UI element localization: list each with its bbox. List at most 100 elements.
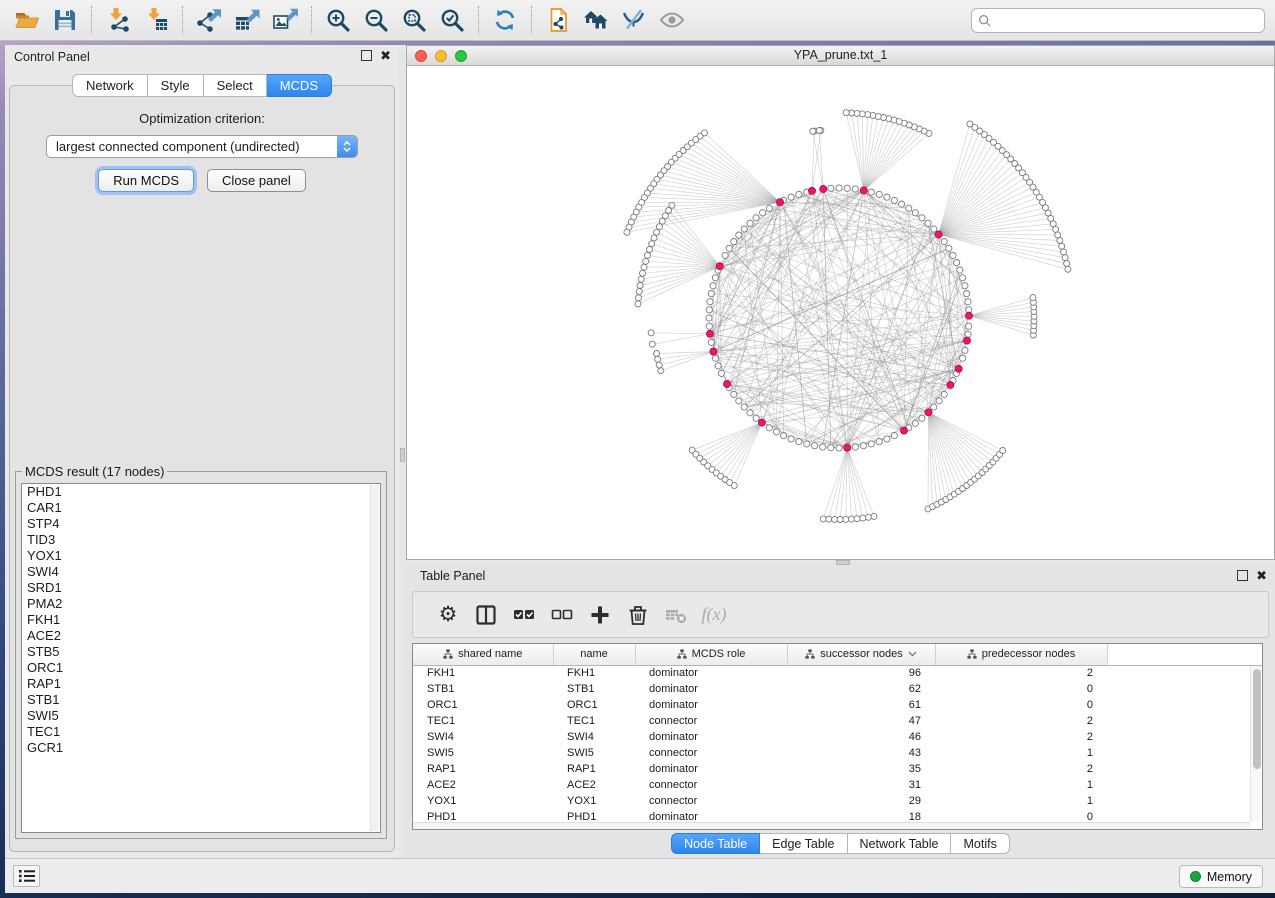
table-cell[interactable]: 2 bbox=[935, 729, 1107, 745]
float-panel-icon[interactable] bbox=[1237, 570, 1248, 581]
tab-network-table[interactable]: Network Table bbox=[848, 833, 952, 854]
zoom-fit-button[interactable] bbox=[395, 3, 433, 37]
table-row[interactable]: ORC1ORC1dominator610 bbox=[413, 697, 1262, 713]
table-row[interactable]: FKH1FKH1dominator962 bbox=[413, 665, 1262, 681]
hide-graphics-details-button[interactable] bbox=[615, 3, 653, 37]
result-list-scrollbar[interactable] bbox=[370, 485, 379, 831]
mcds-result-item[interactable]: CAR1 bbox=[22, 500, 380, 516]
table-hscrollbar[interactable] bbox=[413, 822, 1250, 829]
optimization-criterion-select[interactable]: largest connected component (undirected) bbox=[46, 135, 358, 158]
table-cell[interactable]: dominator bbox=[635, 697, 787, 713]
table-cell[interactable]: 1 bbox=[935, 745, 1107, 761]
table-scrollbar[interactable] bbox=[1250, 666, 1261, 821]
table-cell[interactable]: dominator bbox=[635, 729, 787, 745]
mcds-result-item[interactable]: PHD1 bbox=[22, 484, 380, 500]
search-input[interactable] bbox=[996, 14, 1258, 28]
export-network-button[interactable] bbox=[190, 3, 228, 37]
table-row[interactable]: SWI5SWI5connector431 bbox=[413, 745, 1262, 761]
table-cell[interactable]: FKH1 bbox=[553, 665, 635, 681]
mcds-result-item[interactable]: SRD1 bbox=[22, 580, 380, 596]
table-row[interactable]: SWI4SWI4dominator462 bbox=[413, 729, 1262, 745]
table-cell[interactable]: 96 bbox=[787, 665, 935, 681]
table-cell[interactable]: TEC1 bbox=[413, 713, 553, 729]
mcds-result-item[interactable]: STP4 bbox=[22, 516, 380, 532]
table-cell[interactable]: 35 bbox=[787, 761, 935, 777]
scrollbar-thumb[interactable] bbox=[1253, 669, 1261, 769]
table-row[interactable]: YOX1YOX1connector291 bbox=[413, 793, 1262, 809]
run-mcds-button[interactable]: Run MCDS bbox=[98, 169, 194, 192]
table-cell[interactable]: ACE2 bbox=[413, 777, 553, 793]
mcds-result-item[interactable]: STB5 bbox=[22, 644, 380, 660]
table-cell[interactable]: RAP1 bbox=[553, 761, 635, 777]
table-cell[interactable]: 47 bbox=[787, 713, 935, 729]
table-row[interactable]: STB1STB1dominator620 bbox=[413, 681, 1262, 697]
panel-splitter-vertical[interactable] bbox=[399, 45, 406, 858]
float-panel-icon[interactable] bbox=[361, 50, 372, 61]
table-cell[interactable]: FKH1 bbox=[413, 665, 553, 681]
table-cell[interactable]: YOX1 bbox=[413, 793, 553, 809]
column-header-name[interactable]: name bbox=[553, 644, 635, 665]
tab-style[interactable]: Style bbox=[148, 74, 204, 97]
table-cell[interactable]: 43 bbox=[787, 745, 935, 761]
mcds-result-item[interactable]: TID3 bbox=[22, 532, 380, 548]
table-cell[interactable]: dominator bbox=[635, 665, 787, 681]
tab-select[interactable]: Select bbox=[204, 74, 267, 97]
memory-button[interactable]: Memory bbox=[1179, 865, 1263, 888]
select-all-button[interactable] bbox=[505, 597, 543, 633]
search-box[interactable] bbox=[971, 8, 1265, 33]
close-panel-icon[interactable]: ✖ bbox=[1256, 570, 1267, 581]
apply-layout-button[interactable] bbox=[486, 3, 524, 37]
table-cell[interactable]: 0 bbox=[935, 681, 1107, 697]
mcds-result-item[interactable]: ORC1 bbox=[22, 660, 380, 676]
mcds-result-item[interactable]: STB1 bbox=[22, 692, 380, 708]
mcds-result-item[interactable]: SWI4 bbox=[22, 564, 380, 580]
column-header-successor-nodes[interactable]: successor nodes bbox=[787, 644, 935, 665]
table-cell[interactable]: dominator bbox=[635, 681, 787, 697]
column-header-mcds-role[interactable]: MCDS role bbox=[635, 644, 787, 665]
export-image-button[interactable] bbox=[266, 3, 304, 37]
table-mode-button[interactable]: ⚙ bbox=[429, 597, 467, 633]
import-table-button[interactable] bbox=[137, 3, 175, 37]
mcds-result-list[interactable]: PHD1CAR1STP4TID3YOX1SWI4SRD1PMA2FKH1ACE2… bbox=[21, 483, 381, 833]
zoom-out-button[interactable] bbox=[357, 3, 395, 37]
table-cell[interactable]: connector bbox=[635, 777, 787, 793]
table-cell[interactable]: ORC1 bbox=[553, 697, 635, 713]
table-cell[interactable]: ORC1 bbox=[413, 697, 553, 713]
table-row[interactable]: RAP1RAP1dominator352 bbox=[413, 761, 1262, 777]
import-network-button[interactable] bbox=[99, 3, 137, 37]
table-cell[interactable]: 62 bbox=[787, 681, 935, 697]
show-column-panel-button[interactable] bbox=[467, 597, 505, 633]
table-cell[interactable]: STB1 bbox=[553, 681, 635, 697]
table-cell[interactable]: 46 bbox=[787, 729, 935, 745]
mcds-result-item[interactable]: FKH1 bbox=[22, 612, 380, 628]
save-session-button[interactable] bbox=[46, 3, 84, 37]
mcds-result-item[interactable]: GCR1 bbox=[22, 740, 380, 756]
zoom-in-button[interactable] bbox=[319, 3, 357, 37]
table-cell[interactable]: 2 bbox=[935, 761, 1107, 777]
zoom-selected-button[interactable] bbox=[433, 3, 471, 37]
table-cell[interactable]: 2 bbox=[935, 665, 1107, 681]
column-header-predecessor-nodes[interactable]: predecessor nodes bbox=[935, 644, 1107, 665]
splitter-grip[interactable] bbox=[400, 448, 405, 462]
table-cell[interactable]: 61 bbox=[787, 697, 935, 713]
open-houses-button[interactable] bbox=[577, 3, 615, 37]
table-cell[interactable]: connector bbox=[635, 745, 787, 761]
window-zoom-button[interactable] bbox=[455, 50, 467, 62]
open-file-button[interactable] bbox=[8, 3, 46, 37]
mcds-result-item[interactable]: YOX1 bbox=[22, 548, 380, 564]
network-graph[interactable] bbox=[407, 66, 1274, 559]
mcds-result-item[interactable]: TEC1 bbox=[22, 724, 380, 740]
table-cell[interactable]: RAP1 bbox=[413, 761, 553, 777]
table-cell[interactable]: 2 bbox=[935, 713, 1107, 729]
mcds-result-item[interactable]: SWI5 bbox=[22, 708, 380, 724]
table-cell[interactable]: SWI4 bbox=[553, 729, 635, 745]
table-cell[interactable]: connector bbox=[635, 793, 787, 809]
table-cell[interactable]: STB1 bbox=[413, 681, 553, 697]
mcds-result-item[interactable]: RAP1 bbox=[22, 676, 380, 692]
deselect-all-button[interactable] bbox=[543, 597, 581, 633]
mcds-result-item[interactable]: ACE2 bbox=[22, 628, 380, 644]
table-cell[interactable]: SWI5 bbox=[413, 745, 553, 761]
table-cell[interactable]: connector bbox=[635, 713, 787, 729]
network-from-document-button[interactable] bbox=[539, 3, 577, 37]
task-history-button[interactable] bbox=[13, 865, 40, 887]
